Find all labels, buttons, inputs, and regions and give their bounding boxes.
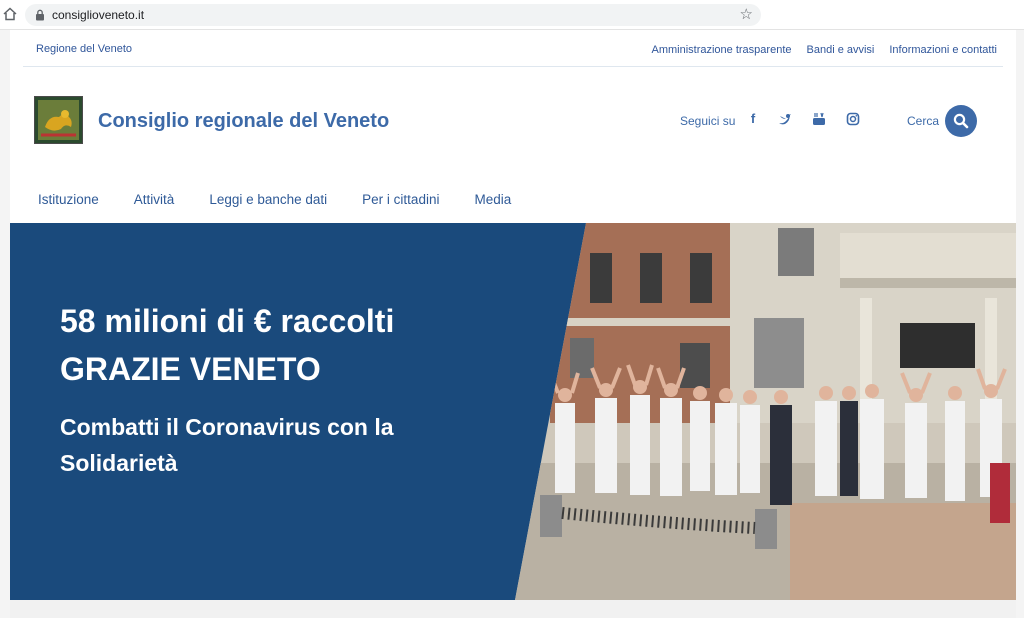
coat-of-arms-logo[interactable] (34, 96, 83, 144)
hero-headline: 58 milioni di € raccolti (60, 303, 395, 339)
browser-toolbar: consiglioveneto.it ☆ (0, 0, 1024, 30)
address-bar[interactable]: consiglioveneto.it ☆ (25, 4, 761, 26)
website: Regione del Veneto Amministrazione trasp… (0, 30, 1024, 618)
youtube-icon[interactable] (812, 112, 826, 126)
region-link[interactable]: Regione del Veneto (36, 43, 132, 55)
home-icon[interactable] (2, 6, 18, 22)
contacts-link[interactable]: Informazioni e contatti (889, 44, 997, 56)
main-navigation: Istituzione Attività Leggi e banche dati… (38, 192, 511, 207)
twitter-icon[interactable] (778, 112, 792, 126)
hero-subtitle: Combatti il Coronavirus con la Solidarie… (60, 414, 394, 476)
facebook-icon[interactable]: f (746, 112, 760, 126)
utility-links: Amministrazione trasparente Bandi e avvi… (651, 44, 997, 56)
follow-us-label: Seguici su (680, 114, 736, 128)
nav-istituzione[interactable]: Istituzione (38, 192, 99, 207)
search-icon (953, 113, 969, 129)
nav-media[interactable]: Media (474, 192, 511, 207)
search-label[interactable]: Cerca (907, 114, 939, 128)
utility-bar: Regione del Veneto Amministrazione trasp… (23, 30, 1003, 67)
bookmark-star-icon[interactable]: ☆ (740, 6, 753, 24)
transparency-link[interactable]: Amministrazione trasparente (651, 44, 791, 56)
hero-headline-secondary: GRAZIE VENETO (60, 351, 321, 387)
site-title[interactable]: Consiglio regionale del Veneto (98, 110, 389, 133)
hero-banner[interactable]: 58 milioni di € raccolti GRAZIE VENETO C… (10, 223, 1016, 600)
nav-leggi-banche-dati[interactable]: Leggi e banche dati (209, 192, 327, 207)
lock-icon (36, 9, 44, 21)
page-bottom-strip (10, 600, 1016, 618)
search-button[interactable] (945, 105, 977, 137)
instagram-icon[interactable] (846, 112, 860, 126)
site-header: Regione del Veneto Amministrazione trasp… (10, 30, 1016, 223)
nav-per-i-cittadini[interactable]: Per i cittadini (362, 192, 439, 207)
tenders-link[interactable]: Bandi e avvisi (807, 44, 875, 56)
nav-attivita[interactable]: Attività (134, 192, 175, 207)
url-text: consiglioveneto.it (52, 8, 145, 22)
